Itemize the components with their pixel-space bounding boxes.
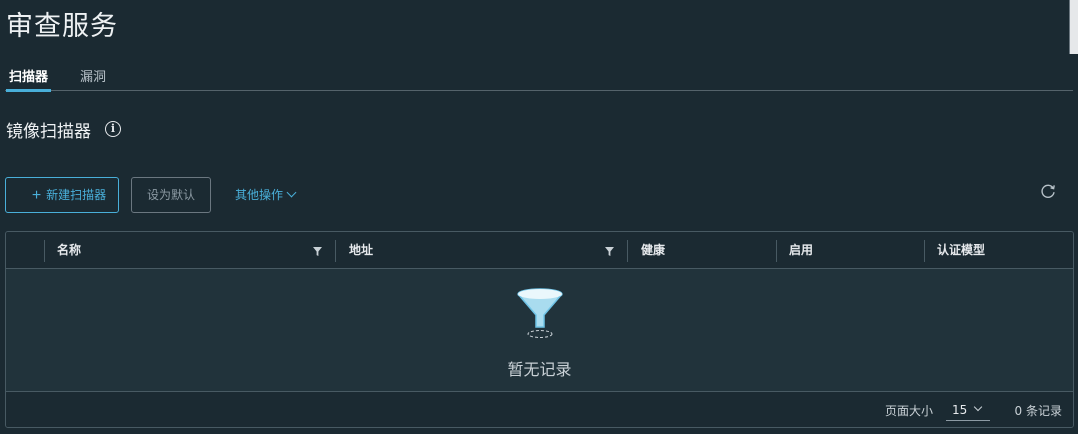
- chevron-down-icon: [973, 402, 983, 412]
- filter-icon[interactable]: [313, 247, 322, 256]
- tab-bar: 扫描器 漏洞: [5, 62, 1073, 92]
- column-separator[interactable]: [924, 240, 925, 262]
- column-header-auth[interactable]: 认证模型: [937, 232, 985, 269]
- more-actions-label: 其他操作: [235, 188, 284, 202]
- scanner-grid: 名称 地址 健康 启用 认证模型 暂无记录 页面大小 15 0 条记录: [5, 231, 1074, 428]
- chevron-down-icon: [286, 187, 297, 198]
- set-default-button[interactable]: 设为默认: [131, 177, 211, 213]
- tab-vulnerabilities[interactable]: 漏洞: [80, 66, 106, 85]
- grid-footer: 页面大小 15 0 条记录: [6, 391, 1073, 427]
- column-header-enabled[interactable]: 启用: [789, 232, 813, 269]
- empty-funnel-icon: [517, 288, 563, 338]
- column-header-address[interactable]: 地址: [349, 232, 373, 269]
- tab-scanners[interactable]: 扫描器: [5, 66, 52, 92]
- page-title: 审查服务: [6, 11, 118, 42]
- section-title: 镜像扫描器: [6, 122, 91, 142]
- record-count: 0 条记录: [1014, 404, 1062, 418]
- more-actions-button[interactable]: 其他操作: [235, 177, 297, 213]
- column-separator[interactable]: [776, 240, 777, 262]
- column-separator: [44, 240, 45, 262]
- side-panel-edge[interactable]: [1069, 0, 1078, 54]
- grid-header: 名称 地址 健康 启用 认证模型: [6, 232, 1073, 269]
- refresh-icon[interactable]: [1040, 183, 1056, 199]
- page-size-value: 15: [952, 403, 968, 417]
- new-scanner-button[interactable]: + 新建扫描器: [5, 177, 119, 213]
- info-circle-icon[interactable]: i: [105, 121, 121, 137]
- page-size-select[interactable]: 15: [946, 397, 990, 421]
- column-separator[interactable]: [627, 240, 628, 262]
- filter-icon[interactable]: [605, 247, 614, 256]
- plus-icon: +: [31, 187, 42, 204]
- column-header-name[interactable]: 名称: [57, 232, 81, 269]
- new-scanner-label: 新建扫描器: [46, 188, 107, 202]
- column-header-health[interactable]: 健康: [641, 232, 665, 269]
- column-separator[interactable]: [335, 240, 336, 262]
- empty-message: 暂无记录: [507, 360, 572, 379]
- empty-state: 暂无记录: [6, 270, 1073, 391]
- page-size-label: 页面大小: [885, 404, 934, 418]
